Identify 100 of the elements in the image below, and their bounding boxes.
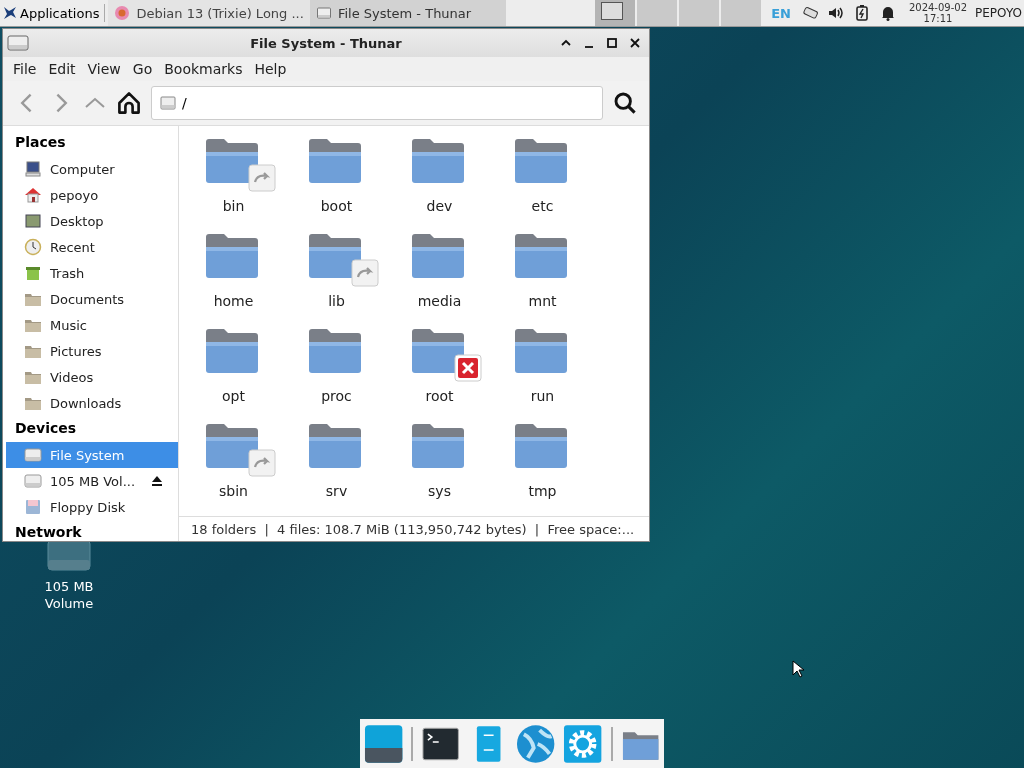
sidebar-item-label: 105 MB Vol... <box>50 473 136 489</box>
settings-icon[interactable] <box>563 723 603 764</box>
folder-name: sys <box>428 483 451 499</box>
menu-item[interactable]: File <box>7 61 43 77</box>
folder-icon <box>512 231 569 279</box>
trash-icon <box>24 264 42 282</box>
folder-icon <box>512 136 569 184</box>
computer-icon <box>24 160 42 178</box>
folder-name: sbin <box>219 483 248 499</box>
sidebar-heading: Devices <box>14 419 78 438</box>
mouse-pointer-icon <box>792 660 804 678</box>
taskbar-button[interactable]: Debian 13 (Trixie) Long ... <box>108 0 310 26</box>
sidebar-item-label: Computer <box>50 161 115 177</box>
drive-icon <box>315 5 332 21</box>
maximize-icon[interactable] <box>606 37 618 49</box>
folder-item[interactable]: tmp <box>491 421 594 516</box>
date-text: 2024-09-02 <box>908 2 968 13</box>
sidebar-item[interactable]: Trash <box>6 260 178 286</box>
sidebar-item-label: Documents <box>50 291 125 307</box>
menu-item[interactable]: Help <box>248 61 293 77</box>
sidebar-item-label: Music <box>50 317 87 333</box>
folder-name: home <box>213 293 254 309</box>
workspace-button[interactable] <box>595 0 636 26</box>
sidebar-item[interactable]: 105 MB Vol... <box>6 468 178 494</box>
folder-name: root <box>425 388 454 404</box>
folder-icon <box>203 231 260 279</box>
folder-item[interactable]: proc <box>285 326 388 421</box>
menu-item[interactable]: Go <box>126 61 159 77</box>
folder-item[interactable]: sbin <box>182 421 285 516</box>
folder-name: boot <box>320 198 353 214</box>
sidebar-item[interactable]: pepoyo <box>6 182 178 208</box>
menu-item[interactable]: Edit <box>42 61 82 77</box>
clock[interactable]: 2024-09-02 17:11 <box>908 2 968 24</box>
sidebar-item-label: Trash <box>50 265 85 281</box>
drive-icon <box>7 35 29 51</box>
sidebar-item[interactable]: Floppy Disk <box>6 494 178 520</box>
drive-icon <box>24 446 42 464</box>
folder-item[interactable]: opt <box>182 326 285 421</box>
sidebar-item[interactable]: Music <box>6 312 178 338</box>
drive-icon <box>24 472 42 490</box>
sidebar-item[interactable]: Pictures <box>6 338 178 364</box>
folder-name: srv <box>325 483 348 499</box>
close-icon[interactable] <box>629 37 641 49</box>
folder-item[interactable]: mnt <box>491 231 594 326</box>
folder-icon <box>203 421 260 469</box>
sidebar-item[interactable]: Recent <box>6 234 178 260</box>
sidebar-item[interactable]: Downloads <box>6 390 178 416</box>
sidebar-item-label: File System <box>50 447 125 463</box>
folder-icon <box>203 136 260 184</box>
home-icon[interactable] <box>117 91 141 115</box>
menu-item[interactable]: Bookmarks <box>158 61 249 77</box>
folder-icon <box>512 326 569 374</box>
show-desktop-icon[interactable] <box>364 723 404 764</box>
folder-item[interactable]: lib <box>285 231 388 326</box>
folder-icon <box>306 136 363 184</box>
menu-item[interactable]: View <box>81 61 127 77</box>
folder-icon <box>306 421 363 469</box>
drive-icon <box>160 96 176 110</box>
sidebar-item-label: Downloads <box>50 395 122 411</box>
browser-icon <box>114 5 131 21</box>
folder-item[interactable]: etc <box>491 136 594 231</box>
sidebar-item[interactable]: Videos <box>6 364 178 390</box>
folder-item[interactable]: boot <box>285 136 388 231</box>
folder-icon <box>512 421 569 469</box>
folder-item[interactable]: srv <box>285 421 388 516</box>
folder-item[interactable]: home <box>182 231 285 326</box>
sidebar-heading: Network <box>14 523 83 541</box>
clock-icon <box>24 238 42 256</box>
sidebar-item[interactable]: Desktop <box>6 208 178 234</box>
sidebar-item-label: Videos <box>50 369 94 385</box>
search-icon[interactable] <box>613 91 637 115</box>
time-text: 17:11 <box>923 13 953 24</box>
folder-icon <box>203 326 260 374</box>
desktop-icon-label[interactable]: 105 MB Volume <box>34 578 104 612</box>
folder-item[interactable]: media <box>388 231 491 326</box>
folder-item[interactable]: dev <box>388 136 491 231</box>
sidebar-item[interactable]: Computer <box>6 156 178 182</box>
sidebar-item-label: Floppy Disk <box>50 499 126 515</box>
folder-item[interactable]: run <box>491 326 594 421</box>
folder-item[interactable]: sys <box>388 421 491 516</box>
location-path: / <box>182 95 187 111</box>
eject-icon[interactable] <box>150 474 164 488</box>
location-field[interactable]: / <box>151 86 603 120</box>
house-icon <box>24 186 42 204</box>
folder-name: opt <box>222 388 245 404</box>
folder-icon <box>409 136 466 184</box>
folder-name: tmp <box>528 483 557 499</box>
sidebar-item[interactable]: Documents <box>6 286 178 312</box>
folder-name: lib <box>328 293 345 309</box>
folder-icon <box>409 231 466 279</box>
folder-item[interactable]: bin <box>182 136 285 231</box>
user-name[interactable]: PEPOYO <box>975 6 1022 20</box>
folder-name: run <box>530 388 555 404</box>
folder-item[interactable]: root <box>388 326 491 421</box>
folder-icon <box>306 326 363 374</box>
desktop-icon <box>24 212 42 230</box>
taskbar-button[interactable]: File System - Thunar <box>309 0 506 26</box>
sidebar-heading: Places <box>14 133 67 152</box>
status-bar: 18 folders | 4 files: 108.7 MiB (113,950,742 bytes) | Free space:... <box>179 516 649 541</box>
applications-menu[interactable]: Applications <box>0 0 102 26</box>
